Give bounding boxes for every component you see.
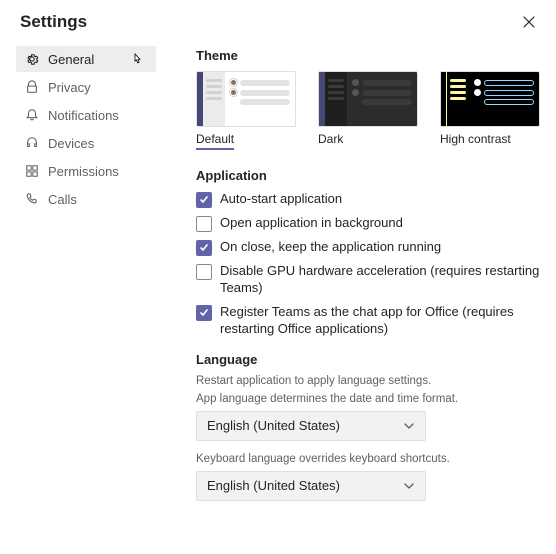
option-label: Disable GPU hardware acceleration (requi… [220, 263, 540, 297]
keyboard-language-hint: Keyboard language overrides keyboard sho… [196, 453, 540, 465]
theme-label: Default [196, 132, 234, 150]
phone-icon [24, 191, 40, 207]
sidebar-item-permissions[interactable]: Permissions [16, 158, 156, 184]
sidebar-item-label: General [48, 52, 94, 67]
app-language-hint: App language determines the date and tim… [196, 393, 540, 405]
option-label: Register Teams as the chat app for Offic… [220, 304, 540, 338]
sidebar-item-label: Notifications [48, 108, 119, 123]
checkbox-register-chat-app[interactable] [196, 305, 212, 321]
page-title: Settings [20, 12, 87, 32]
sidebar-item-label: Permissions [48, 164, 119, 179]
apps-icon [24, 163, 40, 179]
select-value: English (United States) [207, 418, 340, 433]
gear-icon [24, 51, 40, 67]
language-heading: Language [196, 352, 540, 367]
theme-label: Dark [318, 132, 343, 146]
theme-preview-default [196, 71, 296, 127]
theme-heading: Theme [196, 48, 540, 63]
app-language-select[interactable]: English (United States) [196, 411, 426, 441]
sidebar-item-label: Privacy [48, 80, 91, 95]
sidebar-item-label: Devices [48, 136, 94, 151]
theme-option-dark[interactable]: Dark [318, 71, 418, 150]
theme-option-default[interactable]: Default [196, 71, 296, 150]
checkbox-on-close-keep-running[interactable] [196, 240, 212, 256]
sidebar-item-devices[interactable]: Devices [16, 130, 156, 156]
theme-preview-high-contrast [440, 71, 540, 127]
keyboard-language-select[interactable]: English (United States) [196, 471, 426, 501]
language-restart-hint: Restart application to apply language se… [196, 375, 540, 387]
sidebar: General Privacy Notifications [16, 46, 156, 513]
sidebar-item-general[interactable]: General [16, 46, 156, 72]
theme-label: High contrast [440, 132, 511, 146]
headset-icon [24, 135, 40, 151]
checkbox-autostart[interactable] [196, 192, 212, 208]
theme-preview-dark [318, 71, 418, 127]
option-label: Auto-start application [220, 191, 342, 208]
theme-option-high-contrast[interactable]: High contrast [440, 71, 540, 150]
bell-icon [24, 107, 40, 123]
pointer-cursor-icon [130, 52, 146, 68]
sidebar-item-notifications[interactable]: Notifications [16, 102, 156, 128]
chevron-down-icon [403, 480, 415, 492]
close-icon [523, 16, 535, 28]
application-heading: Application [196, 168, 540, 183]
sidebar-item-privacy[interactable]: Privacy [16, 74, 156, 100]
option-label: Open application in background [220, 215, 403, 232]
close-button[interactable] [520, 13, 538, 31]
sidebar-item-label: Calls [48, 192, 77, 207]
checkbox-disable-gpu[interactable] [196, 264, 212, 280]
chevron-down-icon [403, 420, 415, 432]
content-pane: Theme Default Dark [156, 46, 550, 513]
select-value: English (United States) [207, 478, 340, 493]
checkbox-open-background[interactable] [196, 216, 212, 232]
option-label: On close, keep the application running [220, 239, 441, 256]
sidebar-item-calls[interactable]: Calls [16, 186, 156, 212]
lock-icon [24, 79, 40, 95]
